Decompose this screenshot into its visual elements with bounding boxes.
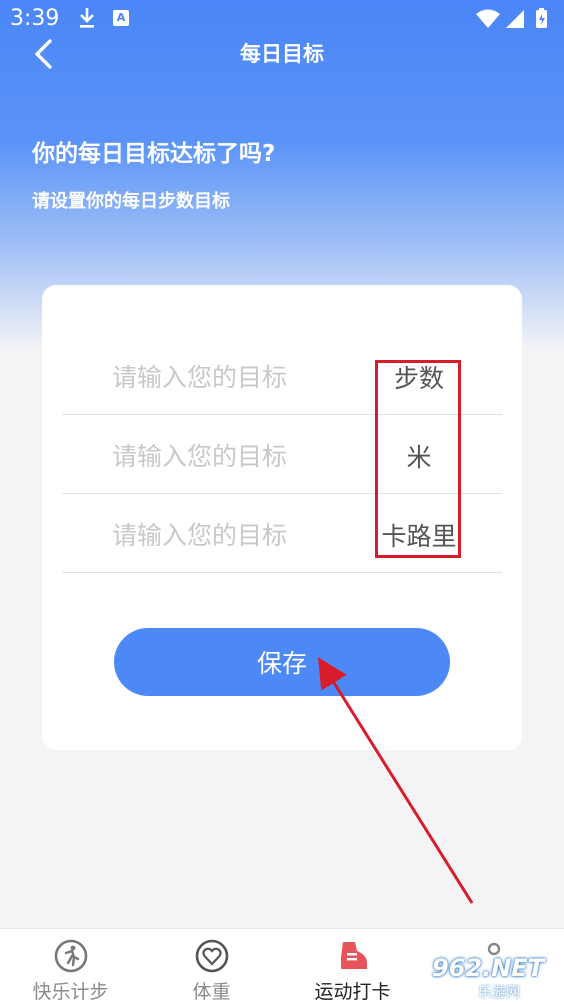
calories-goal-input[interactable] bbox=[112, 515, 372, 555]
watermark-main-text: 962.NET bbox=[432, 954, 545, 982]
tab-label: 快乐计步 bbox=[32, 981, 109, 1003]
signal-icon bbox=[506, 10, 524, 28]
tab-workout-checkin[interactable]: 运动打卡 bbox=[282, 929, 423, 1004]
nav-bar: 每日目标 bbox=[0, 36, 564, 70]
status-indicators bbox=[474, 8, 554, 36]
tab-happy-steps[interactable]: 快乐计步 bbox=[0, 929, 141, 1004]
tab-label: 体重 bbox=[192, 981, 231, 1003]
status-time: 3:39 bbox=[10, 6, 60, 31]
running-person-icon bbox=[54, 939, 88, 977]
wifi-icon bbox=[476, 9, 500, 28]
download-icon bbox=[78, 7, 96, 35]
distance-goal-input[interactable] bbox=[112, 436, 372, 476]
site-watermark-logo: 962.NET 乐游网 bbox=[428, 950, 564, 1004]
app-notification-icon: A bbox=[113, 10, 129, 26]
steps-goal-input[interactable] bbox=[112, 357, 372, 397]
annotation-highlight-box bbox=[375, 360, 461, 558]
heart-icon bbox=[195, 939, 229, 977]
goal-subline: 请设置你的每日步数目标 bbox=[32, 191, 230, 212]
sneaker-icon bbox=[335, 939, 371, 977]
page-title: 每日目标 bbox=[240, 42, 324, 66]
save-button[interactable]: 保存 bbox=[114, 628, 450, 696]
tab-weight[interactable]: 体重 bbox=[141, 929, 282, 1004]
watermark-sub-text: 乐游网 bbox=[478, 985, 520, 1001]
status-bar: 3:39 A bbox=[0, 0, 564, 36]
tab-label: 运动打卡 bbox=[314, 981, 391, 1003]
goal-headline: 你的每日目标达标了吗? bbox=[32, 141, 276, 167]
battery-icon bbox=[536, 8, 547, 28]
